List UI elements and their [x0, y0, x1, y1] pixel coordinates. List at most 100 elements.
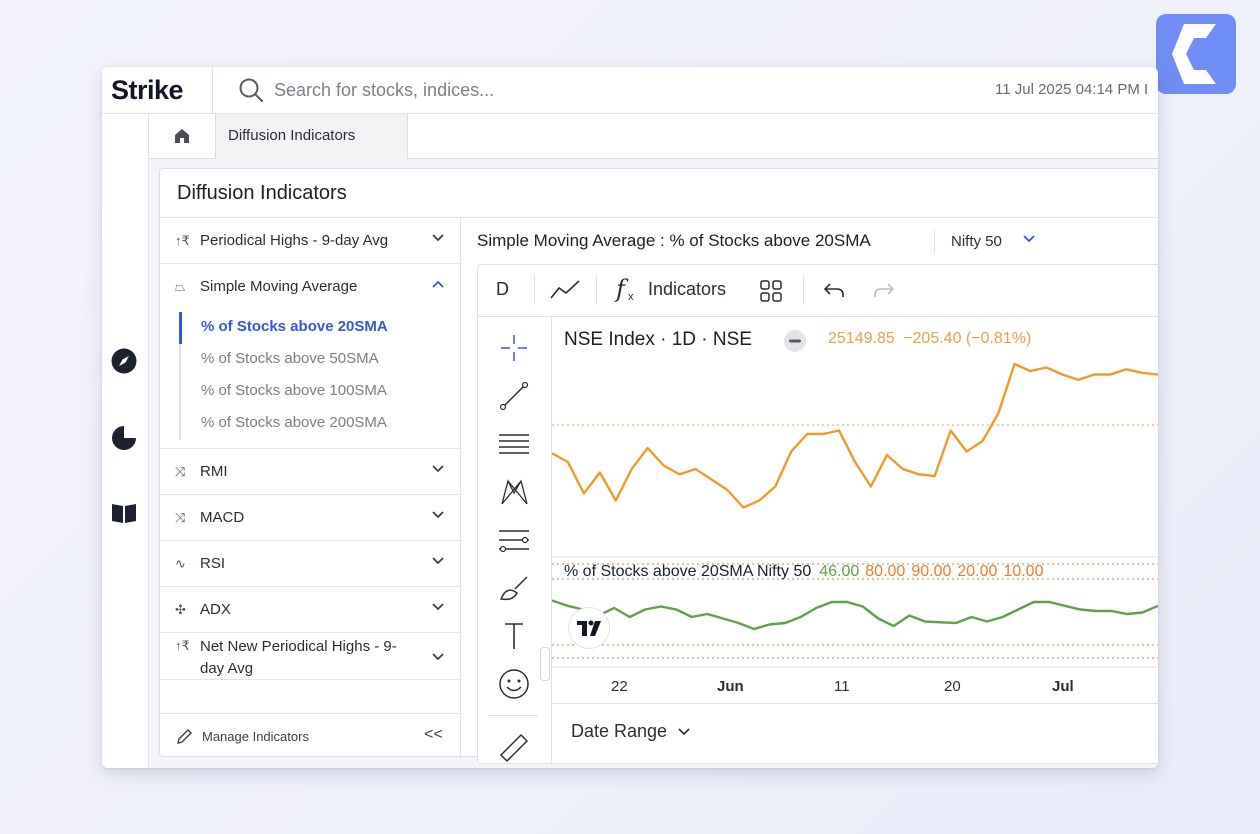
trend-line-icon[interactable]	[497, 379, 531, 413]
chevron-down-icon	[432, 234, 444, 242]
search-icon	[239, 78, 263, 102]
toolbar-collapse-handle[interactable]	[540, 647, 550, 681]
sidebar-group-label: Simple Moving Average	[200, 278, 358, 295]
sub-pane-legend: % of Stocks above 20SMA Nifty 50 46.00 80.…	[564, 563, 1043, 581]
x-tick-label: 22	[611, 678, 628, 695]
app-window: Strike 11 Jul 2025 04:14 PM I Di	[102, 67, 1158, 768]
chevron-down-icon	[432, 653, 444, 661]
interval-button[interactable]: D	[496, 279, 509, 300]
sidebar-group-label: RSI	[200, 555, 226, 572]
minus-circle-icon[interactable]	[784, 330, 806, 352]
left-rail	[102, 114, 149, 768]
book-icon[interactable]	[111, 500, 137, 526]
undo-icon[interactable]	[823, 281, 845, 299]
divider	[803, 275, 804, 305]
page-title: Diffusion Indicators	[177, 182, 347, 204]
sub-legend-title: % of Stocks above 20SMA Nifty 50	[564, 563, 812, 580]
brand-name: Strike	[111, 75, 184, 105]
shuffle-icon: ⤨	[175, 464, 186, 479]
line-chart-type-icon[interactable]	[550, 279, 580, 301]
sidebar-group-rmi[interactable]: ⤨ RMI	[160, 449, 460, 495]
series-line-nse-index	[551, 362, 1158, 509]
sub-legend-level: 90.00	[911, 563, 952, 580]
crosshair-icon[interactable]	[497, 331, 531, 365]
date-range-label: Date Range	[571, 721, 668, 741]
shuffle-icon: ⤨	[175, 510, 186, 525]
layout-grid-icon[interactable]	[760, 280, 782, 302]
horizontal-lines-icon[interactable]	[497, 427, 531, 461]
chart-plot	[551, 362, 1158, 668]
indicators-fx-icon[interactable]: f	[616, 275, 625, 303]
chevron-down-icon	[432, 603, 444, 611]
chevron-down-icon[interactable]	[1023, 235, 1035, 243]
chart-toolbar: D f x Indicators	[478, 265, 1158, 317]
manage-indicators-button[interactable]: Manage Indicators <<	[160, 713, 460, 758]
sidebar-group-label: ADX	[200, 601, 231, 618]
chart-main: Simple Moving Average : % of Stocks abov…	[461, 218, 1158, 764]
sidebar-group-adx[interactable]: ✣ ADX	[160, 587, 460, 633]
sidebar-group-label: Periodical Highs - 9-day Avg	[200, 232, 389, 249]
emoji-icon[interactable]	[497, 667, 531, 701]
brush-icon[interactable]	[497, 571, 531, 605]
drawing-toolbar	[478, 317, 552, 763]
arrow-badge-icon	[1172, 24, 1232, 84]
sma-item-20[interactable]: % of Stocks above 20SMA	[201, 318, 388, 335]
series-line-pct-above-20sma	[551, 599, 1158, 631]
chart-title: Simple Moving Average : % of Stocks abov…	[477, 231, 871, 250]
tab-home[interactable]	[149, 114, 216, 159]
divider	[552, 703, 1158, 704]
sidebar-group-rsi[interactable]: ∿ RSI	[160, 541, 460, 587]
x-tick-label: 20	[944, 678, 961, 695]
price-change: −205.40 (−0.81%)	[903, 330, 1032, 347]
sma-item-200[interactable]: % of Stocks above 200SMA	[201, 414, 387, 431]
indicators-button[interactable]: Indicators	[648, 279, 726, 300]
chevron-down-icon	[432, 511, 444, 519]
manage-indicators-label: Manage Indicators	[202, 729, 309, 744]
text-tool-icon[interactable]	[497, 619, 531, 653]
sidebar-group-macd[interactable]: ⤨ MACD	[160, 495, 460, 541]
tab-diffusion-indicators[interactable]: Diffusion Indicators	[216, 114, 408, 160]
compass-icon[interactable]	[111, 348, 137, 374]
search-input[interactable]	[274, 77, 774, 103]
fx-sub-icon: x	[628, 291, 634, 303]
chevron-up-icon	[432, 280, 444, 288]
pulse-icon: ∿	[175, 556, 186, 571]
indicator-sidebar: ↑₹ Periodical Highs - 9-day Avg ⏢ Simple…	[160, 218, 461, 758]
area-chart-icon: ⏢	[175, 279, 186, 294]
date-range-button[interactable]: Date Range	[571, 721, 690, 742]
divider	[596, 275, 597, 305]
sub-legend-value: 46.00	[819, 563, 860, 580]
x-tick-label: 11	[834, 678, 850, 695]
brand-badge-icon	[1156, 14, 1236, 94]
chevron-down-icon	[678, 728, 690, 736]
sma-item-100[interactable]: % of Stocks above 100SMA	[201, 382, 387, 399]
sub-legend-level: 20.00	[957, 563, 998, 580]
divider	[534, 275, 535, 305]
rupee-up-icon: ↑₹	[175, 233, 190, 248]
sidebar-group-periodical-highs[interactable]: ↑₹ Periodical Highs - 9-day Avg	[160, 218, 460, 264]
tab-strip: Diffusion Indicators	[149, 114, 1158, 160]
x-tick-label: Jun	[717, 678, 744, 695]
pie-chart-icon[interactable]	[111, 425, 137, 451]
tradingview-logo[interactable]	[568, 607, 610, 649]
collapse-sidebar-button[interactable]: <<	[424, 726, 443, 744]
index-select[interactable]: Nifty 50	[951, 233, 1002, 250]
pencil-icon	[177, 729, 192, 744]
pattern-icon[interactable]	[497, 475, 531, 509]
tradingview-logo-icon	[577, 620, 601, 636]
chevron-down-icon	[432, 557, 444, 565]
move-icon: ✣	[175, 602, 186, 617]
divider	[934, 229, 935, 253]
redo-icon[interactable]	[873, 281, 895, 299]
sidebar-group-net-new-highs[interactable]: ↑₹ Net New Periodical Highs - 9-day Avg	[160, 633, 460, 680]
brand-logo[interactable]: Strike	[102, 67, 213, 114]
rupee-up-icon: ↑₹	[175, 638, 190, 653]
content-area: Diffusion Indicators ↑₹ Periodical Highs…	[149, 159, 1158, 768]
sma-item-50[interactable]: % of Stocks above 50SMA	[201, 350, 379, 367]
fib-retracement-icon[interactable]	[497, 523, 531, 557]
chart-canvas[interactable]: NSE Index · 1D · NSE 25149.85 −205.40 (−…	[551, 317, 1158, 763]
x-tick-label: Jul	[1052, 678, 1074, 695]
ruler-icon[interactable]	[497, 729, 531, 763]
sidebar-group-label: MACD	[200, 509, 245, 526]
top-bar: Strike 11 Jul 2025 04:14 PM I	[102, 67, 1158, 114]
